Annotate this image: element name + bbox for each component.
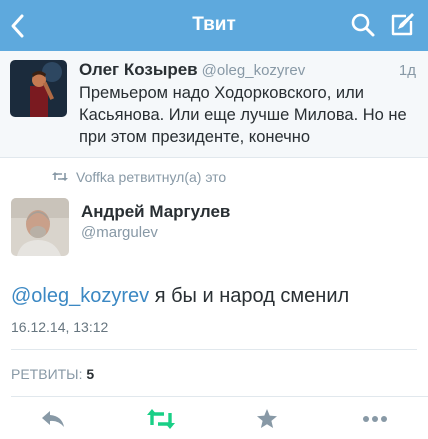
retweeted-by-text[interactable]: Voffka ретвитнул(а) это [76,169,226,185]
author-handle[interactable]: @margulev [81,224,158,241]
parent-author-handle[interactable]: @oleg_kozyrev [202,62,306,79]
retweet-icon [52,172,68,181]
navigation-bar: Твит [0,0,428,51]
divider [11,396,428,397]
tweet-timestamp: 16.12.14, 13:12 [11,319,109,335]
parent-author-name[interactable]: Олег Козырев [79,60,198,79]
divider [11,349,417,350]
retweet-icon[interactable] [146,407,176,431]
parent-tweet[interactable]: Олег Козырев @oleg_kozyrev 1д Премьером н… [0,51,428,158]
tweet-text: @oleg_kozyrev я бы и народ сменил [11,285,349,308]
compose-icon[interactable] [388,11,416,39]
parent-tweet-text: Премьером надо Ходорковского, или Касьян… [79,84,407,146]
retweets-label: РЕТВИТЫ: [11,366,83,382]
parent-author-line: Олег Козырев @oleg_kozyrev [79,60,305,80]
tweet-text-body: я бы и народ сменил [149,285,350,307]
search-icon[interactable] [350,12,376,38]
favorite-icon[interactable] [256,407,278,431]
reply-icon[interactable] [40,407,66,431]
mention-link[interactable]: @oleg_kozyrev [11,285,149,307]
retweets-count: 5 [86,366,95,382]
more-icon[interactable] [362,407,388,431]
author-name[interactable]: Андрей Маргулев [81,202,230,222]
parent-timestamp: 1д [398,62,416,79]
avatar[interactable] [10,60,67,117]
avatar[interactable] [11,198,69,256]
retweet-stats[interactable]: РЕТВИТЫ: 5 [11,366,94,382]
